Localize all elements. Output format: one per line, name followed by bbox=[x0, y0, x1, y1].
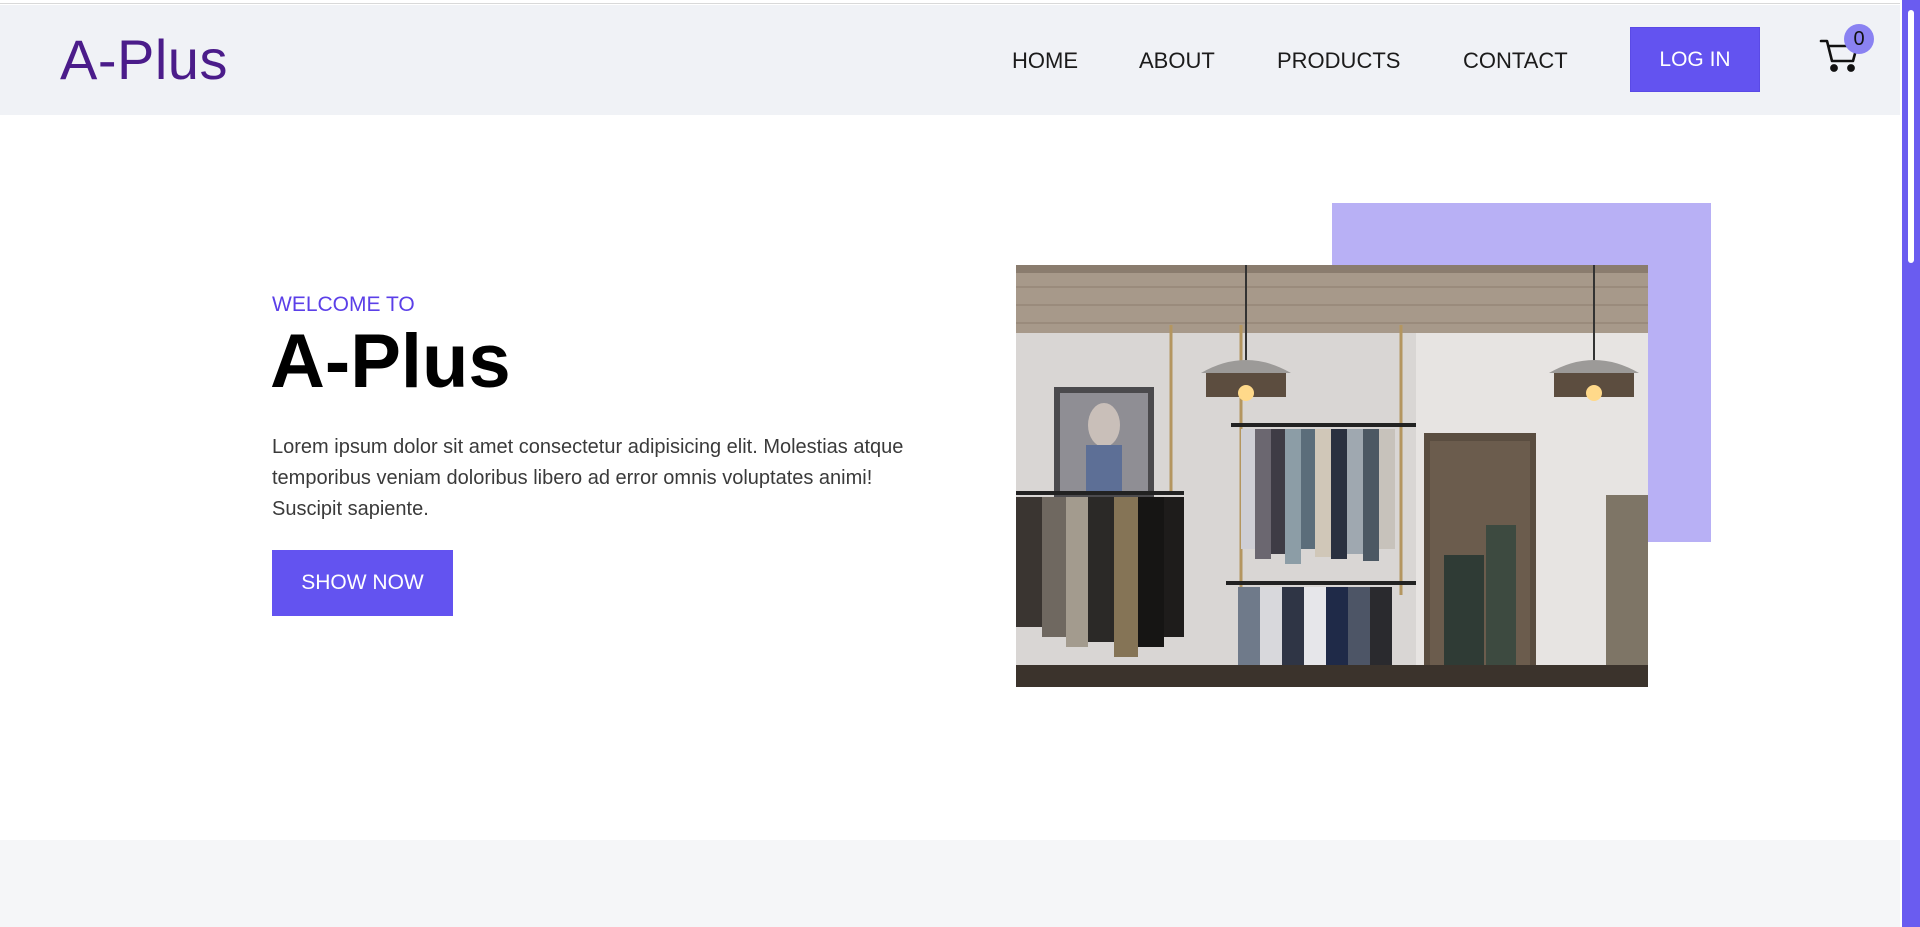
show-now-button[interactable]: SHOW NOW bbox=[272, 550, 453, 616]
hero-welcome-text: WELCOME TO bbox=[272, 293, 415, 316]
navbar: A-Plus HOME ABOUT PRODUCTS CONTACT LOG I… bbox=[0, 5, 1900, 115]
clothing-store-image bbox=[1016, 265, 1648, 687]
nav-link-home[interactable]: HOME bbox=[1012, 48, 1078, 74]
nav-link-products[interactable]: PRODUCTS bbox=[1277, 48, 1400, 74]
browser-top-edge bbox=[0, 0, 1900, 4]
nav-link-contact[interactable]: CONTACT bbox=[1463, 48, 1568, 74]
nav-link-about[interactable]: ABOUT bbox=[1139, 48, 1215, 74]
next-section-band bbox=[0, 840, 1900, 927]
site-logo[interactable]: A-Plus bbox=[60, 27, 228, 92]
login-button[interactable]: LOG IN bbox=[1630, 27, 1760, 92]
hero-description: Lorem ipsum dolor sit amet consectetur a… bbox=[272, 436, 904, 520]
hero-title: A-Plus bbox=[270, 319, 511, 404]
cart-count-badge: 0 bbox=[1844, 24, 1874, 54]
scrollbar-thumb[interactable] bbox=[1908, 10, 1914, 263]
